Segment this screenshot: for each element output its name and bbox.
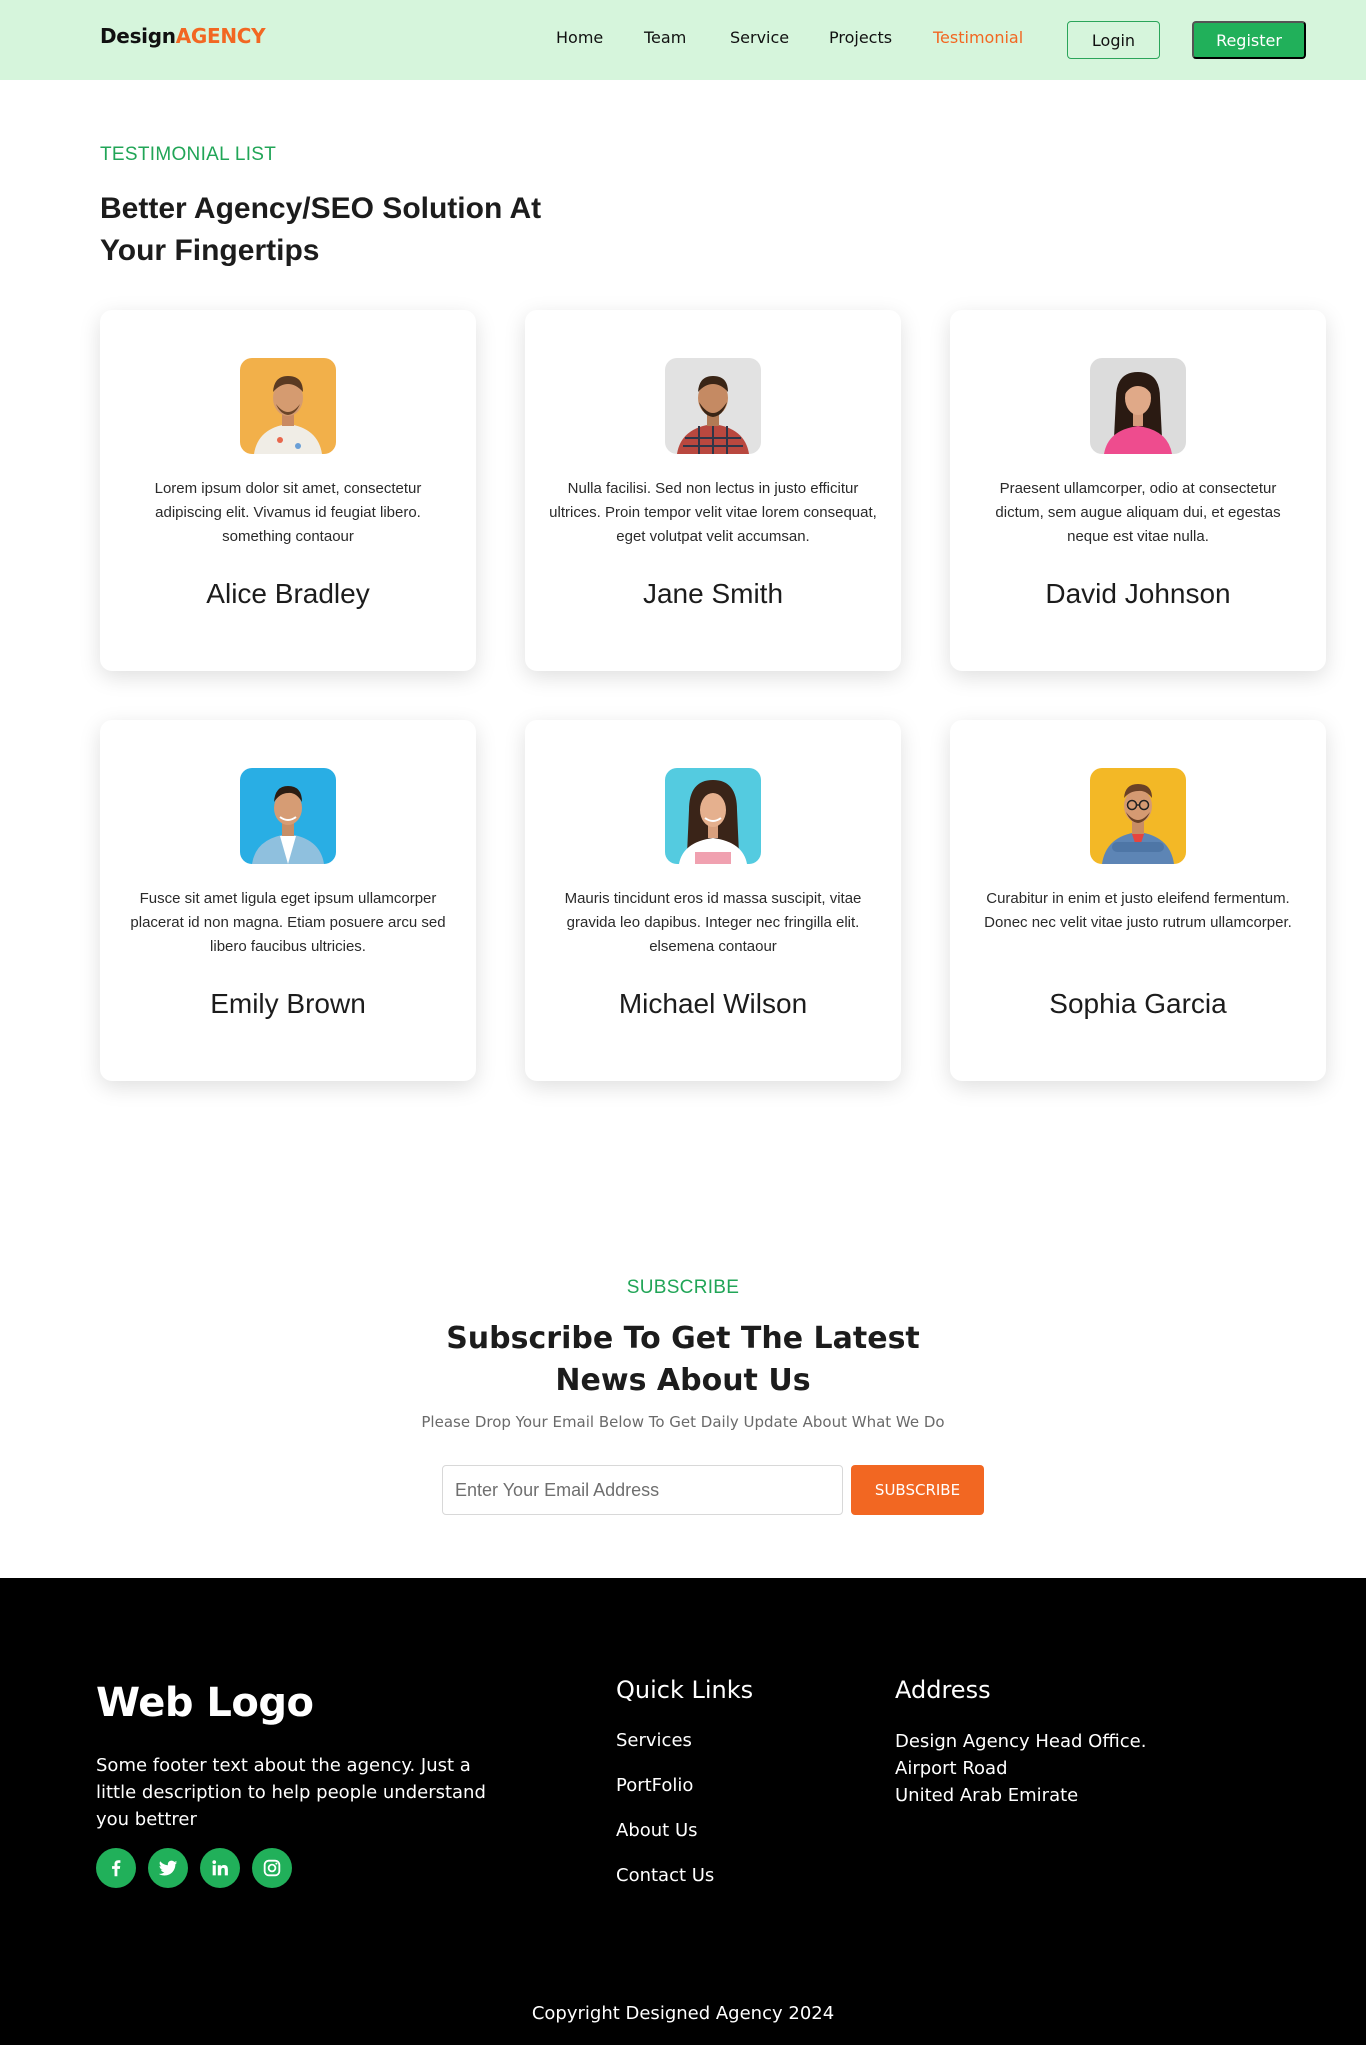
testimonial-name: David Johnson: [1045, 578, 1231, 609]
twitter-link[interactable]: [148, 1848, 188, 1888]
footer-link-about-us[interactable]: About Us: [616, 1820, 714, 1865]
nav-link-team[interactable]: Team: [644, 28, 686, 47]
instagram-icon: [263, 1859, 281, 1877]
linkedin-icon: [212, 1860, 228, 1876]
facebook-link[interactable]: [96, 1848, 136, 1888]
brand-accent: AGENCY: [175, 24, 266, 48]
avatar-photo-man-icon: [665, 358, 761, 454]
social-links: [96, 1848, 292, 1888]
avatar: [240, 358, 336, 454]
footer-logo[interactable]: Web Logo: [96, 1680, 314, 1726]
testimonial-text: Mauris tincidunt eros id massa suscipit,…: [564, 890, 862, 955]
twitter-icon: [158, 1860, 178, 1876]
avatar-photo-man-icon: [240, 358, 336, 454]
testimonial-text: Nulla facilisi. Sed non lectus in justo …: [549, 480, 877, 545]
brand-prefix: Design: [100, 24, 176, 48]
subscribe-eyebrow: SUBSCRIBE: [626, 1277, 740, 1298]
testimonial-name: Alice Bradley: [206, 578, 370, 609]
address-line: Design Agency Head Office.: [895, 1731, 1147, 1752]
avatar: [1090, 768, 1186, 864]
testimonial-text: Praesent ullamcorper, odio at consectetu…: [995, 480, 1281, 545]
testimonial-text: Fusce sit amet ligula eget ipsum ullamco…: [130, 890, 446, 955]
avatar: [665, 768, 761, 864]
nav-link-testimonial[interactable]: Testimonial: [933, 28, 1023, 47]
testimonial-name: Emily Brown: [210, 988, 366, 1019]
subscribe-description: Please Drop Your Email Below To Get Dail…: [421, 1413, 945, 1431]
quick-links-title: Quick Links: [616, 1676, 754, 1704]
avatar: [1090, 358, 1186, 454]
testimonial-card: Praesent ullamcorper, odio at consectetu…: [950, 310, 1326, 671]
testimonial-name: Sophia Garcia: [1049, 988, 1227, 1019]
avatar-photo-woman-icon: [1090, 358, 1186, 454]
testimonial-card: Mauris tincidunt eros id massa suscipit,…: [525, 720, 901, 1081]
testimonial-card: Nulla facilisi. Sed non lectus in justo …: [525, 310, 901, 671]
footer-link-services[interactable]: Services: [616, 1730, 714, 1775]
navbar: DesignAGENCY Home Team Service Projects …: [0, 0, 1366, 80]
email-input[interactable]: [442, 1465, 843, 1515]
avatar-photo-man-icon: [1090, 768, 1186, 864]
footer-about-text: Some footer text about the agency. Just …: [96, 1755, 486, 1830]
instagram-link[interactable]: [252, 1848, 292, 1888]
nav-link-home[interactable]: Home: [556, 28, 603, 47]
testimonial-title: Better Agency/SEO Solution At Your Finge…: [100, 192, 542, 267]
subscribe-button[interactable]: SUBSCRIBE: [851, 1465, 984, 1515]
address-line: Airport Road: [895, 1758, 1008, 1779]
register-button[interactable]: Register: [1192, 21, 1306, 59]
testimonial-name: Michael Wilson: [618, 988, 808, 1019]
address-block: Design Agency Head Office. Airport Road …: [895, 1728, 1146, 1809]
footer-link-contact-us[interactable]: Contact Us: [616, 1865, 714, 1910]
testimonial-card: Curabitur in enim et justo eleifend ferm…: [950, 720, 1326, 1081]
copyright-text: Copyright Designed Agency 2024: [531, 2003, 835, 2024]
testimonial-card: Lorem ipsum dolor sit amet, consectetur …: [100, 310, 476, 671]
testimonial-card: Fusce sit amet ligula eget ipsum ullamco…: [100, 720, 476, 1081]
testimonial-text: Lorem ipsum dolor sit amet, consectetur …: [154, 480, 422, 545]
brand-logo[interactable]: DesignAGENCY: [100, 24, 266, 48]
subscribe-title: Subscribe To Get The Latest News About U…: [446, 1321, 920, 1398]
linkedin-link[interactable]: [200, 1848, 240, 1888]
avatar: [240, 768, 336, 864]
avatar-photo-man-icon: [240, 768, 336, 864]
login-button[interactable]: Login: [1067, 21, 1160, 59]
footer: Web Logo Some footer text about the agen…: [0, 1578, 1366, 2045]
nav-link-service[interactable]: Service: [730, 28, 789, 47]
nav-link-projects[interactable]: Projects: [829, 28, 892, 47]
avatar-photo-woman-icon: [665, 768, 761, 864]
footer-link-portfolio[interactable]: PortFolio: [616, 1775, 714, 1820]
testimonial-name: Jane Smith: [642, 578, 784, 609]
facebook-icon: [112, 1860, 121, 1877]
avatar: [665, 358, 761, 454]
address-line: United Arab Emirate: [895, 1785, 1079, 1806]
testimonial-text: Curabitur in enim et justo eleifend ferm…: [984, 890, 1292, 931]
testimonial-eyebrow: TESTIMONIAL LIST: [100, 144, 277, 165]
address-title: Address: [895, 1676, 991, 1704]
quick-links-list: Services PortFolio About Us Contact Us: [616, 1730, 714, 1910]
